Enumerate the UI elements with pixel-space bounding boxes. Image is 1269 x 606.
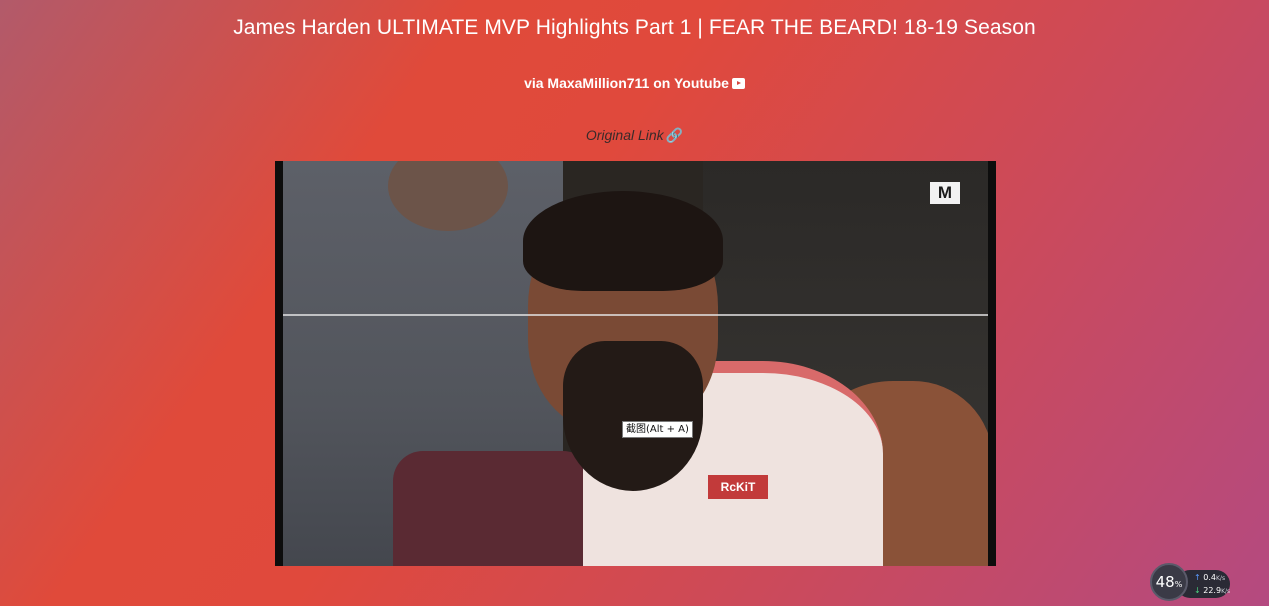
original-link[interactable]: Original Link 🔗 xyxy=(0,127,1269,144)
vhs-scanline xyxy=(283,314,988,316)
upload-value: 0.4 xyxy=(1203,573,1216,582)
upload-unit: K/s xyxy=(1215,575,1226,582)
youtube-icon[interactable] xyxy=(731,78,745,89)
original-link-label[interactable]: Original Link xyxy=(586,127,664,143)
download-arrow-icon: ↓ xyxy=(1194,586,1201,595)
download-speed: ↓ 22.9K/s xyxy=(1194,586,1230,595)
download-unit: K/s xyxy=(1221,588,1231,595)
cpu-percent-unit: % xyxy=(1174,580,1183,589)
source-text[interactable]: via MaxaMillion711 on Youtube xyxy=(524,75,729,91)
video-player[interactable]: RcKiT M 截图(Alt + A) xyxy=(275,161,996,566)
video-title: James Harden ULTIMATE MVP Highlights Par… xyxy=(233,16,1036,39)
link-icon[interactable]: 🔗 xyxy=(666,127,683,144)
upload-speed: ↑ 0.4K/s xyxy=(1194,573,1225,582)
download-value: 22.9 xyxy=(1203,586,1222,595)
cpu-percent: 48 xyxy=(1155,573,1175,591)
player-beard xyxy=(563,341,703,491)
screenshot-tooltip: 截图(Alt + A) xyxy=(622,421,693,438)
source-line: via MaxaMillion711 on Youtube xyxy=(0,75,1269,91)
network-monitor-widget[interactable]: 48% ↑ 0.4K/s ↓ 22.9K/s xyxy=(1150,563,1230,603)
jersey-patch: RcKiT xyxy=(708,475,768,499)
channel-watermark: M xyxy=(930,182,960,204)
video-frame: RcKiT M 截图(Alt + A) xyxy=(283,161,988,566)
arena-seat xyxy=(393,451,593,566)
player-hair xyxy=(523,191,723,291)
upload-arrow-icon: ↑ xyxy=(1194,573,1201,582)
cpu-usage-circle[interactable]: 48% xyxy=(1150,563,1188,601)
